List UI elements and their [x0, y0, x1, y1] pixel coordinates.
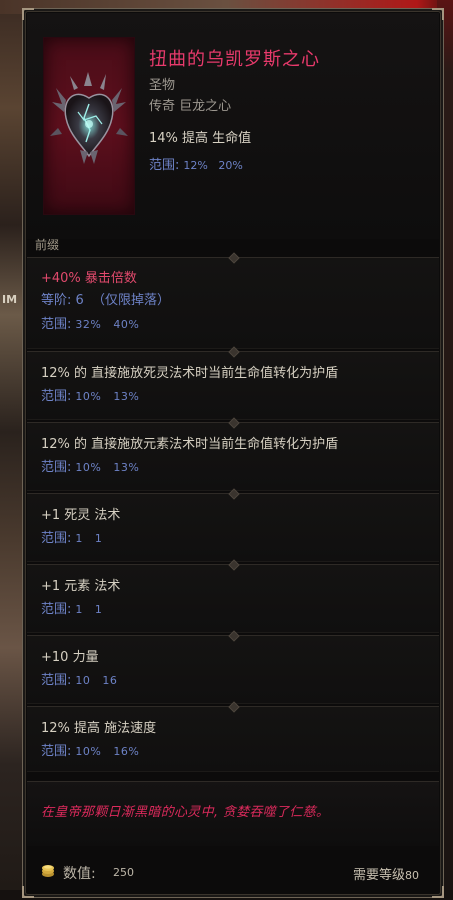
background-label: IM [2, 293, 18, 306]
gold-coin-icon [42, 865, 54, 877]
flavor-text: 在皇帝那颗日渐黑暗的心灵中, 贪婪吞噬了仁慈。 [41, 805, 330, 820]
range-label: 范围: [41, 744, 72, 759]
range-values: 10 16 [75, 674, 118, 687]
affix-text: +10 力量 [41, 650, 99, 665]
affix-range: 范围: 10% 13% [41, 455, 425, 481]
affix-row: 12% 提高 施法速度 范围: 10% 16% [27, 701, 439, 772]
required-level-label: 需要等级 [352, 868, 405, 883]
range-label: 范围: [41, 602, 72, 617]
item-tooltip: 扭曲的乌凯罗斯之心 圣物 传奇 巨龙之心 14% 提高 生命值 范围: 12% 2… [22, 8, 444, 898]
affix-range: 范围: 32% 40% [41, 313, 425, 337]
affix-row: +40% 暴击倍数 等阶: 6 （仅限掉落） 范围: 32% 40% [27, 252, 439, 349]
required-level: 需要等级80 [353, 864, 419, 883]
item-value: 250 [113, 866, 134, 879]
affix-range: 范围: 1 1 [41, 597, 425, 623]
affix-text: +40% 暴击倍数 [41, 271, 137, 286]
dragon-heart-icon [50, 72, 128, 164]
implicit-stat: 14% 提高 生命值 [149, 131, 252, 146]
range-label: 范围: [41, 389, 72, 404]
affix-text: 12% 的 直接施放死灵法术时当前生命值转化为护盾 [41, 366, 339, 381]
divider-diamond [228, 252, 240, 264]
affix-range: 范围: 10 16 [41, 668, 425, 694]
value-label: 数值: [63, 866, 96, 882]
required-level-value: 80 [405, 869, 419, 882]
implicit-range: 范围: 12% 20% [149, 154, 243, 173]
range-values: 32% 40% [75, 318, 140, 331]
corner-ornament [22, 886, 34, 898]
affix-list: +40% 暴击倍数 等阶: 6 （仅限掉落） 范围: 32% 40% 12% 的 … [27, 252, 439, 774]
range-values: 12% 20% [183, 159, 243, 172]
affix-text: 12% 的 直接施放元素法术时当前生命值转化为护盾 [41, 437, 339, 452]
item-base-type: 圣物 [149, 78, 176, 93]
affix-range: 范围: 10% 16% [41, 739, 425, 765]
affix-text: 12% 提高 施法速度 [41, 721, 157, 736]
affix-text: +1 元素 法术 [41, 579, 121, 594]
item-rarity-line: 传奇 巨龙之心 [149, 99, 232, 114]
range-values: 10% 16% [75, 745, 140, 758]
item-name: 扭曲的乌凯罗斯之心 [149, 49, 320, 70]
item-image-frame [43, 37, 135, 215]
range-label: 范围: [149, 158, 180, 173]
range-label: 范围: [41, 673, 72, 688]
range-label: 范围: [41, 531, 72, 546]
affix-range: 范围: 10% 13% [41, 384, 425, 410]
affix-range: 范围: 1 1 [41, 526, 425, 552]
range-values: 10% 13% [75, 461, 140, 474]
range-label: 范围: [41, 317, 72, 332]
tooltip-footer: 数值: 250 需要等级80 [27, 855, 439, 885]
corner-ornament [432, 886, 444, 898]
affix-text: +1 死灵 法术 [41, 508, 121, 523]
affix-row: +1 死灵 法术 范围: 1 1 [27, 488, 439, 562]
affix-row: 12% 的 直接施放死灵法术时当前生命值转化为护盾 范围: 10% 13% [27, 346, 439, 420]
range-values: 1 1 [75, 532, 103, 545]
affix-row: +10 力量 范围: 10 16 [27, 630, 439, 704]
affix-row: +1 元素 法术 范围: 1 1 [27, 559, 439, 633]
affix-tier: 等阶: 6 （仅限掉落） [41, 293, 171, 308]
prefix-section-label: 前缀 [35, 238, 60, 252]
range-label: 范围: [41, 460, 72, 475]
affix-row: 12% 的 直接施放元素法术时当前生命值转化为护盾 范围: 10% 13% [27, 417, 439, 491]
range-values: 1 1 [75, 603, 103, 616]
game-background-left [0, 0, 24, 900]
range-values: 10% 13% [75, 390, 140, 403]
